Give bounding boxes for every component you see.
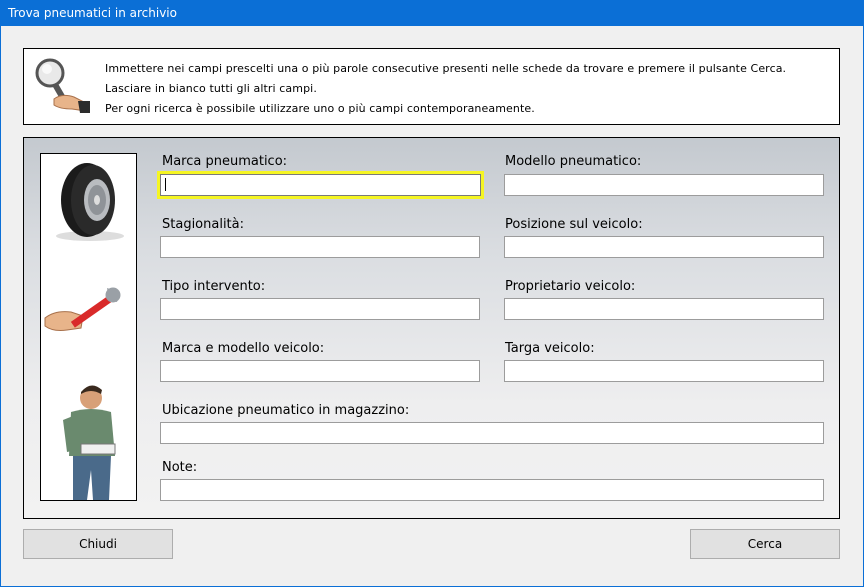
input-marca-pneumatico[interactable]	[157, 171, 484, 199]
input-modello-pneumatico[interactable]	[504, 174, 824, 196]
side-illustration	[40, 153, 137, 501]
instruction-line-1: Immettere nei campi prescelti una o più …	[105, 62, 787, 75]
label-tipo-intervento: Tipo intervento:	[162, 279, 266, 294]
label-modello-pneumatico: Modello pneumatico:	[505, 154, 642, 169]
search-fields-panel: Marca pneumatico: Modello pneumatico: St…	[23, 137, 840, 519]
text-caret	[165, 178, 166, 191]
instruction-line-2: Lasciare in bianco tutti gli altri campi…	[105, 82, 317, 95]
mechanic-with-clipboard-icon	[63, 385, 116, 500]
label-ubicazione-magazzino: Ubicazione pneumatico in magazzino:	[162, 403, 410, 418]
dialog-client-area: Immettere nei campi prescelti una o più …	[1, 26, 863, 586]
label-note: Note:	[162, 460, 198, 475]
window-title: Trova pneumatici in archivio	[0, 0, 864, 26]
tire-icon	[56, 163, 124, 241]
input-targa-veicolo[interactable]	[504, 360, 824, 382]
dialog-window: Trova pneumatici in archivio Immettere n…	[0, 0, 864, 587]
input-ubicazione-magazzino[interactable]	[160, 422, 824, 444]
input-marca-modello-veicolo[interactable]	[160, 360, 480, 382]
label-proprietario-veicolo: Proprietario veicolo:	[505, 279, 636, 294]
label-posizione-veicolo: Posizione sul veicolo:	[505, 217, 643, 232]
input-proprietario-veicolo[interactable]	[504, 298, 824, 320]
label-stagionalita: Stagionalità:	[162, 217, 245, 232]
close-button[interactable]: Chiudi	[23, 529, 173, 559]
label-marca-modello-veicolo: Marca e modello veicolo:	[162, 341, 325, 356]
input-note[interactable]	[160, 479, 824, 501]
wrench-in-hand-icon	[44, 287, 121, 331]
input-stagionalita[interactable]	[160, 236, 480, 258]
label-targa-veicolo: Targa veicolo:	[505, 341, 595, 356]
magnifier-in-hand-icon	[35, 58, 90, 113]
search-button[interactable]: Cerca	[690, 529, 840, 559]
input-posizione-veicolo[interactable]	[504, 236, 824, 258]
input-tipo-intervento[interactable]	[160, 298, 480, 320]
instruction-line-3: Per ogni ricerca è possibile utilizzare …	[105, 102, 535, 115]
label-marca-pneumatico: Marca pneumatico:	[162, 154, 288, 169]
instructions-box: Immettere nei campi prescelti una o più …	[23, 48, 840, 125]
